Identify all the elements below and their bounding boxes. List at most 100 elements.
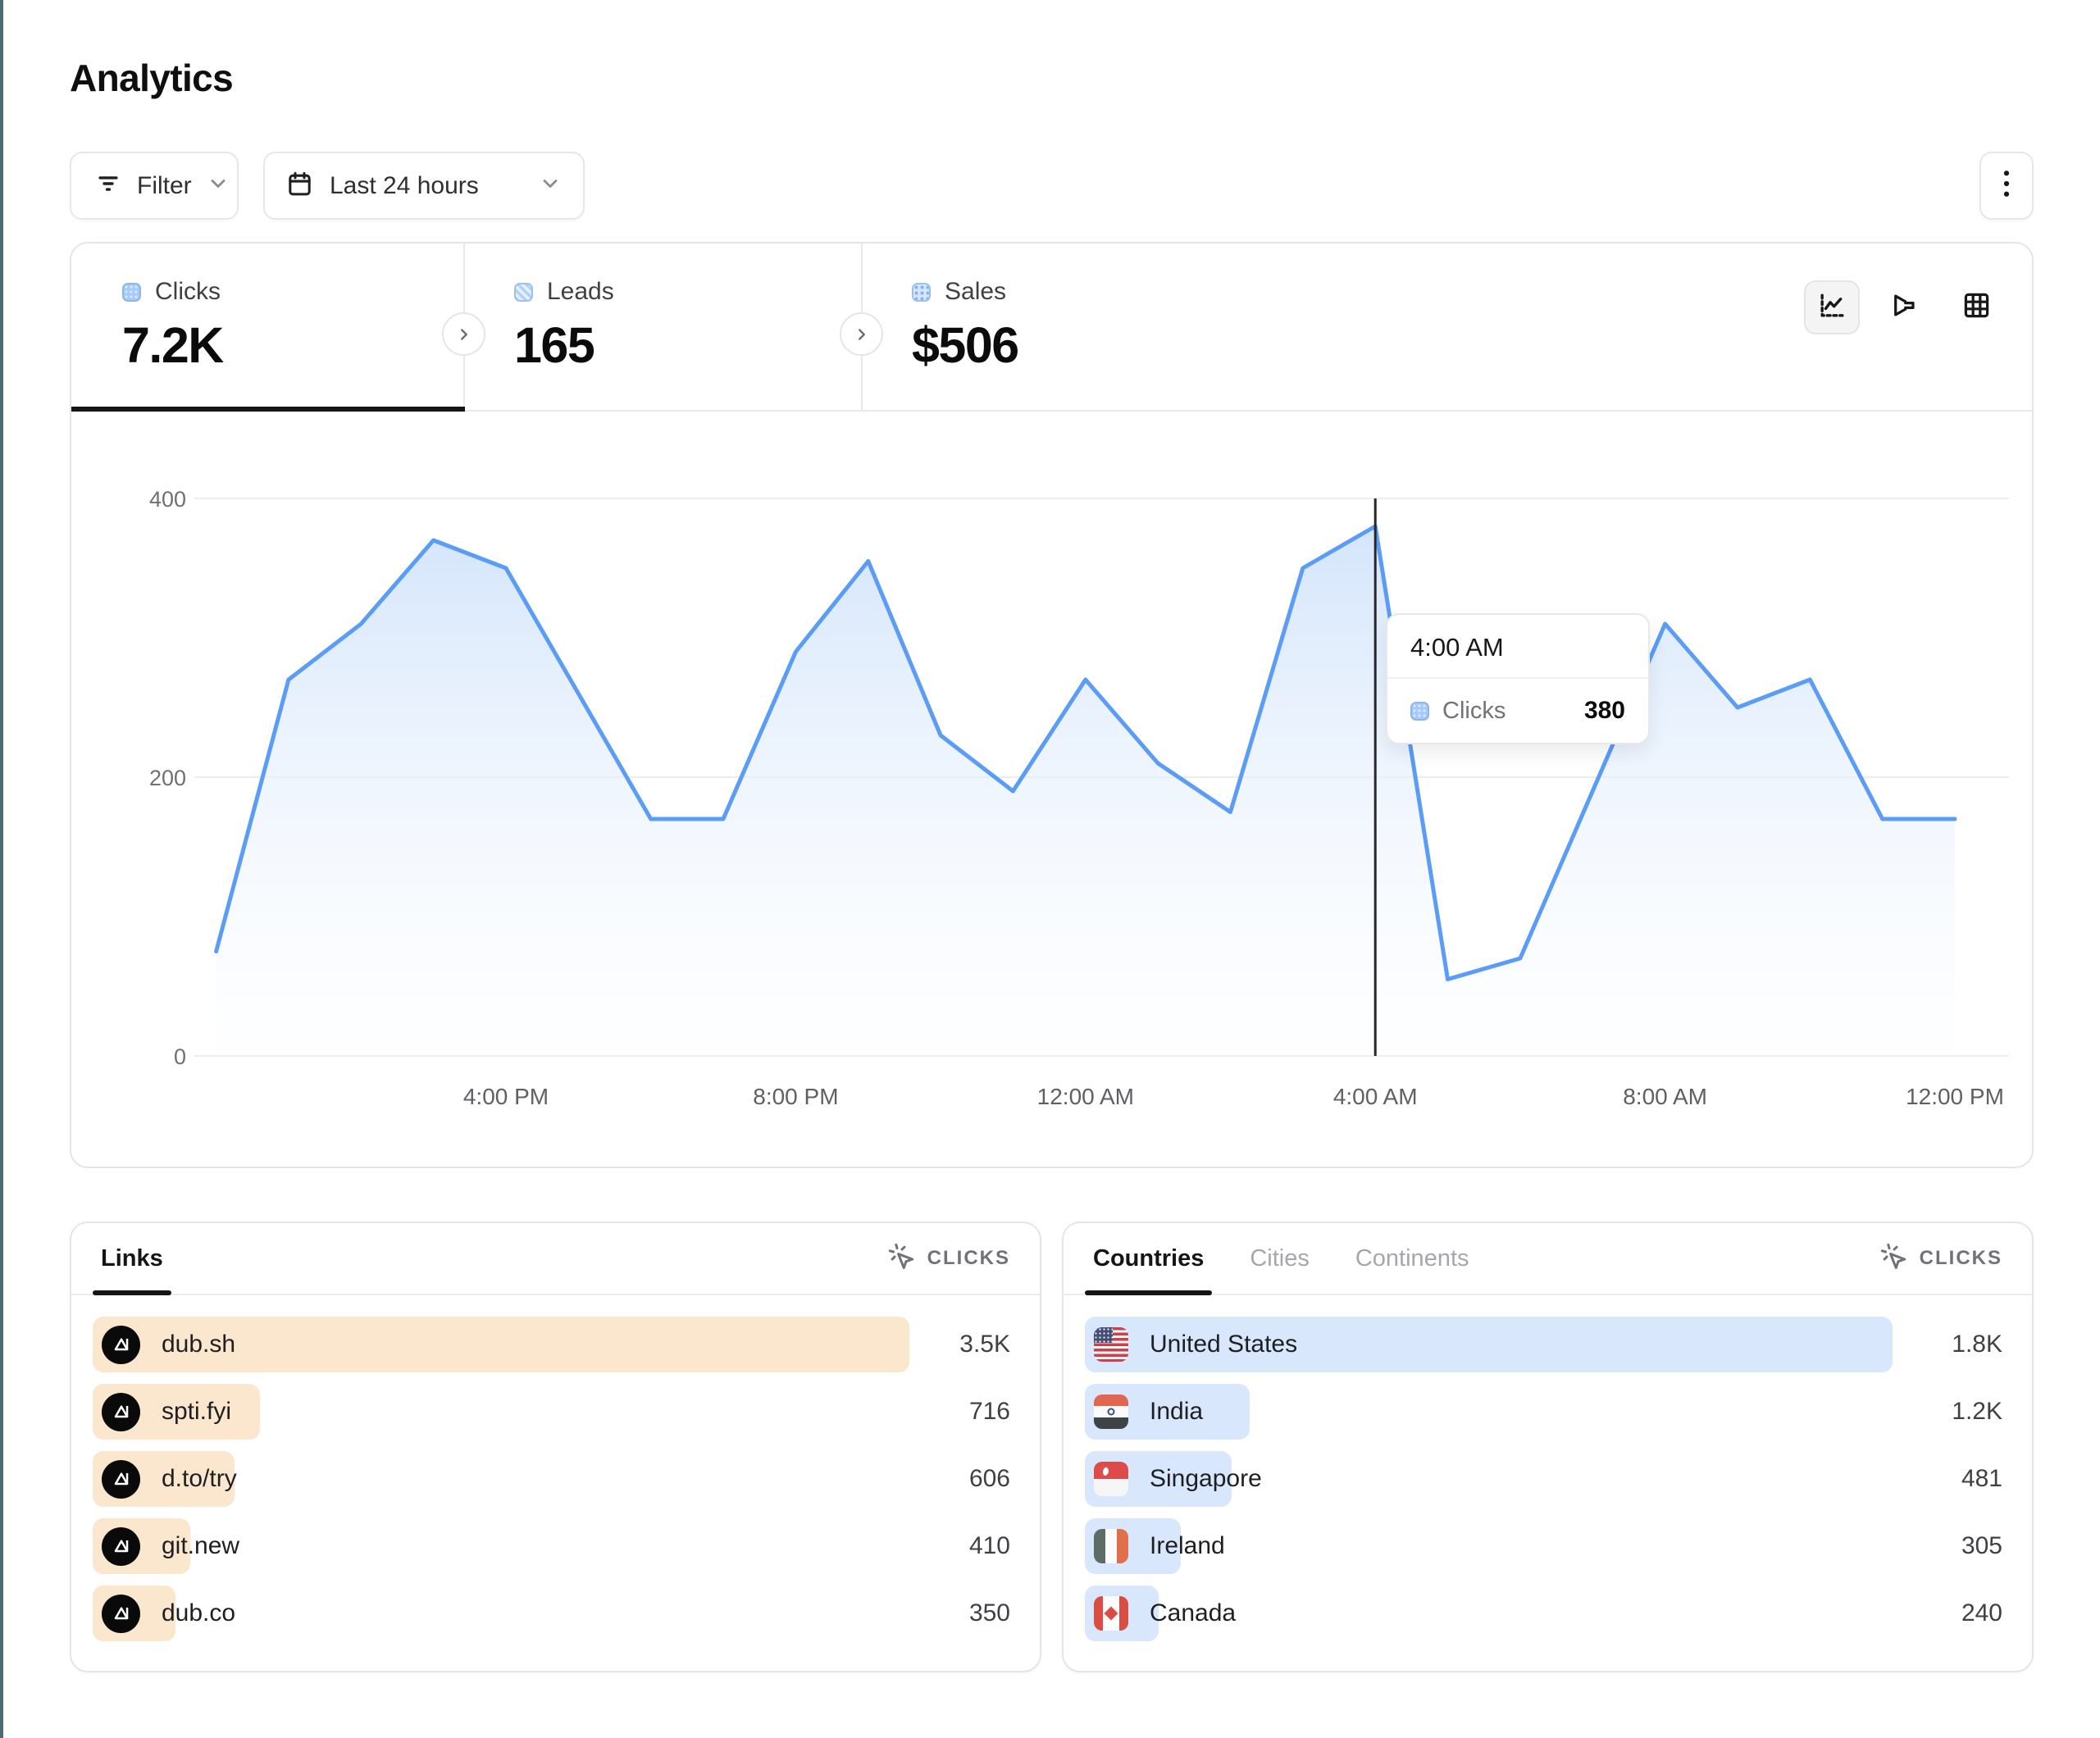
table-grid-icon [1961, 290, 1992, 325]
tab-cities[interactable]: Cities [1250, 1223, 1310, 1294]
clicks-chart[interactable]: 02004004:00 PM8:00 PM12:00 AM4:00 AM8:00… [71, 412, 2032, 1167]
in-flag-icon [1094, 1394, 1128, 1429]
more-options-button[interactable] [1979, 152, 2034, 220]
row-value: 606 [969, 1465, 1010, 1493]
row-value: 716 [969, 1398, 1010, 1426]
cursor-click-icon [887, 1242, 917, 1276]
link-favicon [102, 1460, 140, 1499]
link-favicon [102, 1393, 140, 1431]
svg-text:0: 0 [174, 1044, 186, 1069]
us-flag-icon [1094, 1327, 1128, 1362]
line-chart-icon [1817, 290, 1847, 325]
table-row[interactable]: Canada 240 [1085, 1586, 2002, 1641]
countries-panel: Countries Cities Continents CLICKS Unite… [1062, 1222, 2034, 1672]
metric-label: CLICKS [927, 1247, 1010, 1270]
table-row[interactable]: git.new 410 [93, 1518, 1010, 1574]
filter-icon [94, 170, 122, 202]
stat-value: 165 [514, 316, 861, 374]
row-label: dub.co [162, 1599, 235, 1627]
filter-button[interactable]: Filter [70, 152, 239, 220]
tab-continents[interactable]: Continents [1355, 1223, 1469, 1294]
table-row[interactable]: India1.2K [1085, 1384, 2002, 1440]
row-value: 410 [969, 1532, 1010, 1560]
tooltip-value: 380 [1584, 697, 1625, 725]
calendar-icon [286, 171, 313, 202]
row-value: 350 [969, 1599, 1010, 1627]
table-row[interactable]: Ireland 305 [1085, 1518, 2002, 1574]
row-value: 3.5K [959, 1331, 1010, 1358]
row-value: 1.8K [1952, 1331, 2002, 1358]
link-favicon [102, 1527, 140, 1566]
ca-flag-icon [1094, 1596, 1128, 1631]
table-row[interactable]: spti.fyi 716 [93, 1384, 1010, 1440]
ie-flag-icon [1094, 1529, 1128, 1563]
stat-tab-clicks[interactable]: Clicks 7.2K [71, 243, 463, 410]
stat-label: Clicks [155, 278, 221, 306]
countries-rows: United States 1.8K India1.2K Singapore 481 Ir… [1064, 1295, 2032, 1641]
tab-links[interactable]: Links [101, 1223, 163, 1294]
window-edge-strip [0, 0, 3, 1738]
sales-legend-swatch [912, 283, 931, 302]
chart-tooltip: 4:00 AM Clicks 380 [1386, 613, 1650, 744]
stat-tab-leads[interactable]: Leads 165 [463, 243, 861, 410]
stat-value: 7.2K [122, 316, 463, 374]
filter-button-label: Filter [137, 172, 192, 200]
row-label: git.new [162, 1532, 239, 1560]
funnel-chart-icon [1889, 290, 1920, 325]
link-favicon [102, 1326, 140, 1364]
area-chart-canvas[interactable]: 02004004:00 PM8:00 PM12:00 AM4:00 AM8:00… [71, 412, 2032, 1167]
row-label: Canada [1150, 1599, 1236, 1627]
stats-header: Clicks 7.2K Leads 165 Sales $506 [71, 243, 2032, 412]
row-label: Ireland [1150, 1532, 1225, 1560]
row-label: United States [1150, 1331, 1297, 1358]
table-row[interactable]: d.to/try606 [93, 1451, 1010, 1507]
table-row[interactable]: dub.sh 3.5K [93, 1317, 1010, 1372]
line-chart-view-button[interactable] [1804, 280, 1860, 334]
expand-clicks-button[interactable] [442, 312, 485, 356]
svg-text:200: 200 [149, 766, 186, 790]
leads-legend-swatch [514, 283, 533, 302]
clicks-legend-swatch [122, 283, 141, 302]
svg-text:8:00 PM: 8:00 PM [753, 1084, 838, 1109]
svg-text:12:00 AM: 12:00 AM [1037, 1084, 1134, 1109]
page-title: Analytics [70, 56, 233, 100]
table-row[interactable]: dub.co 350 [93, 1586, 1010, 1641]
countries-panel-header: Countries Cities Continents CLICKS [1064, 1223, 2032, 1295]
stat-label: Leads [547, 278, 614, 306]
stat-tab-sales[interactable]: Sales $506 [861, 243, 1259, 410]
kebab-menu-icon [1993, 166, 2020, 206]
tab-countries[interactable]: Countries [1093, 1223, 1204, 1294]
date-range-button[interactable]: Last 24 hours [263, 152, 585, 220]
analytics-card: Clicks 7.2K Leads 165 Sales $506 [70, 242, 2034, 1168]
cursor-click-icon [1879, 1242, 1909, 1276]
links-metric-selector[interactable]: CLICKS [887, 1242, 1010, 1276]
svg-text:4:00 PM: 4:00 PM [463, 1084, 549, 1109]
funnel-view-button[interactable] [1876, 280, 1932, 334]
toolbar: Filter Last 24 hours [70, 152, 2034, 220]
svg-text:400: 400 [149, 487, 186, 512]
clicks-legend-swatch [1410, 702, 1429, 721]
tooltip-series-label: Clicks [1442, 698, 1506, 725]
stat-value: $506 [912, 316, 1259, 374]
row-value: 1.2K [1952, 1398, 2002, 1426]
table-row[interactable]: United States 1.8K [1085, 1317, 2002, 1372]
chevron-down-icon [207, 172, 230, 199]
table-row[interactable]: Singapore 481 [1085, 1451, 2002, 1507]
row-label: dub.sh [162, 1331, 235, 1358]
links-panel-header: Links CLICKS [71, 1223, 1040, 1295]
row-label: spti.fyi [162, 1398, 231, 1426]
row-value: 305 [1961, 1532, 2002, 1560]
links-rows: dub.sh 3.5K spti.fyi 716 d.to/try606 git.new 4… [71, 1295, 1040, 1641]
table-view-button[interactable] [1948, 280, 2004, 334]
svg-text:12:00 PM: 12:00 PM [1906, 1084, 2004, 1109]
row-value: 240 [1961, 1599, 2002, 1627]
countries-metric-selector[interactable]: CLICKS [1879, 1242, 2002, 1276]
expand-leads-button[interactable] [840, 312, 883, 356]
row-label: Singapore [1150, 1465, 1262, 1493]
tooltip-time: 4:00 AM [1387, 615, 1648, 679]
chevron-down-icon [539, 172, 562, 199]
link-favicon [102, 1595, 140, 1633]
stat-label: Sales [945, 278, 1006, 306]
svg-text:4:00 AM: 4:00 AM [1333, 1084, 1418, 1109]
row-value: 481 [1961, 1465, 2002, 1493]
